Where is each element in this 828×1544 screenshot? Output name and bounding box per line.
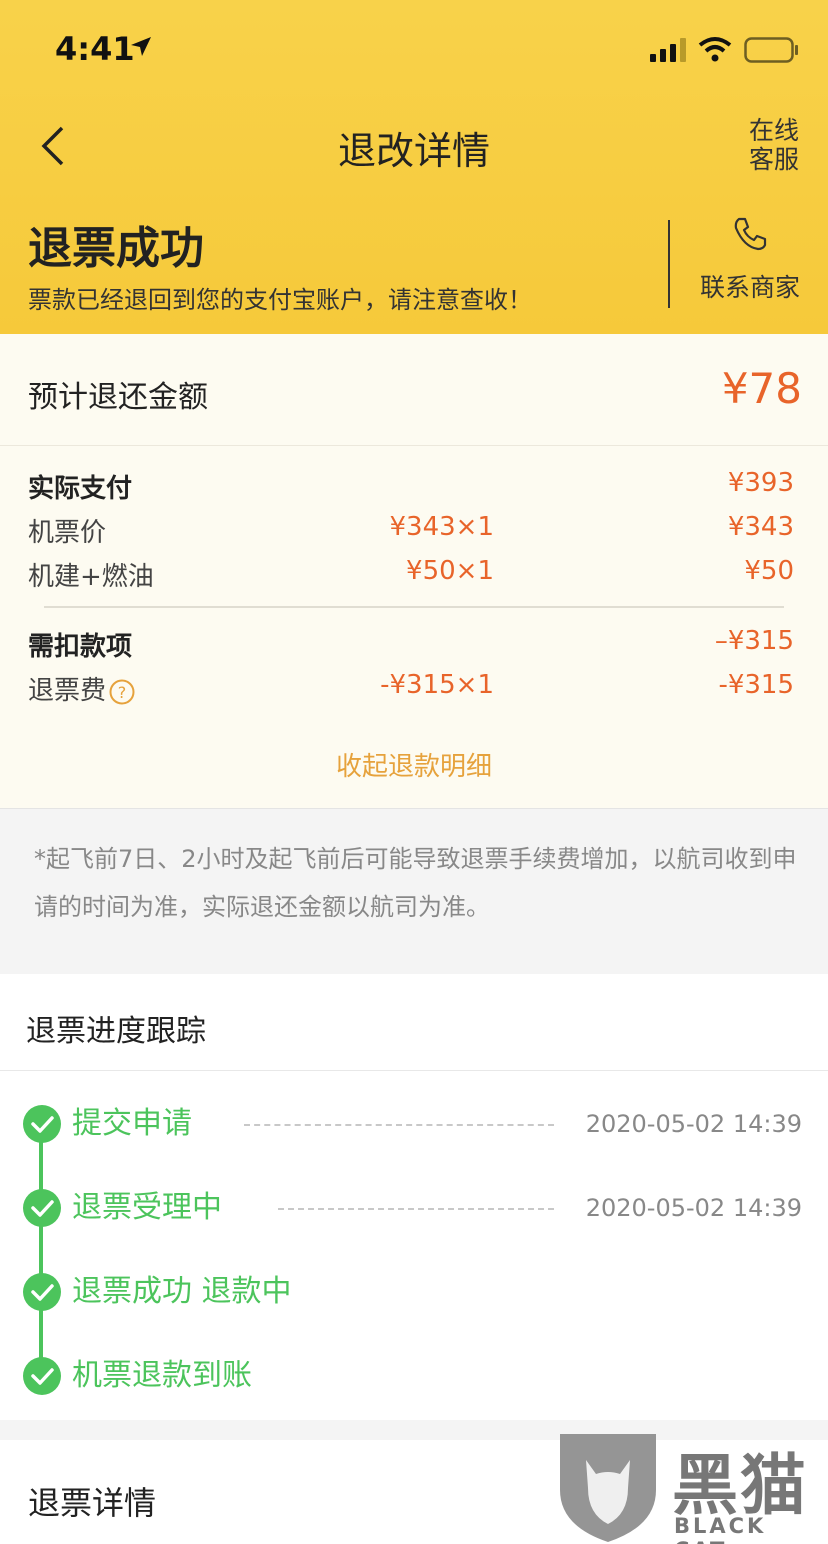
refund-status-title: 退票成功	[28, 223, 204, 274]
header: 4:41 退改详情 在线 客服 退票成功 票款已经退回到您的支付宝账户，请注意查…	[0, 0, 828, 334]
refund-amount-card: 预计退还金额 ¥78 实际支付 ¥393 机票价 ¥343×1 ¥343 机建+…	[0, 334, 828, 808]
vertical-divider	[668, 220, 670, 308]
refund-fee-label: 退票费	[28, 676, 107, 706]
status-time: 4:41	[55, 30, 135, 68]
progress-divider	[0, 1070, 828, 1071]
refund-details-title: 退票详情	[28, 1484, 157, 1522]
phone-icon	[734, 217, 767, 251]
step-label: 退票成功 退款中	[72, 1274, 292, 1309]
contact-merchant-label: 联系商家	[699, 273, 800, 302]
refund-fee-total: -¥315	[718, 670, 794, 700]
wifi-icon	[698, 37, 732, 62]
step-dash-line	[278, 1208, 554, 1210]
svg-text:?: ?	[118, 683, 127, 702]
progress-step: 退票成功 退款中	[0, 1272, 828, 1312]
progress-timeline-line	[39, 1124, 43, 1374]
progress-step: 退票受理中 2020-05-02 14:39	[0, 1188, 828, 1228]
watermark-en: BLACK CAT	[674, 1514, 767, 1544]
notice-text: *起飞前7日、2小时及起飞前后可能导致退票手续费增加，以航司收到申请的时间为准，…	[34, 845, 797, 921]
tax-fuel-total: ¥50	[744, 556, 794, 586]
check-circle-icon	[23, 1357, 61, 1395]
step-label: 机票退款到账	[72, 1358, 252, 1393]
refund-fee-unit: -¥315×1	[380, 670, 494, 700]
contact-merchant-button[interactable]: 联系商家	[690, 214, 810, 304]
deduction-total: –¥315	[714, 626, 794, 656]
step-label: 提交申请	[72, 1106, 192, 1141]
progress-step: 提交申请 2020-05-02 14:39	[0, 1104, 828, 1144]
progress-step: 机票退款到账	[0, 1356, 828, 1396]
location-arrow-icon	[131, 37, 151, 56]
check-circle-icon	[23, 1189, 61, 1227]
estimated-refund-label: 预计退还金额	[28, 380, 208, 415]
help-question-icon[interactable]: ?	[108, 678, 136, 706]
signal-icon	[650, 38, 686, 62]
ticket-price-unit: ¥343×1	[389, 512, 495, 542]
status-bar: 4:41	[0, 0, 828, 100]
ticket-price-label: 机票价	[28, 518, 107, 548]
black-cat-logo-icon	[560, 1434, 656, 1542]
check-circle-icon	[23, 1105, 61, 1143]
battery-icon	[744, 37, 798, 63]
notice-section: *起飞前7日、2小时及起飞前后可能导致退票手续费增加，以航司收到申请的时间为准，…	[0, 808, 828, 974]
step-time: 2020-05-02 14:39	[585, 1194, 802, 1222]
step-time: 2020-05-02 14:39	[585, 1110, 802, 1138]
step-dash-line	[244, 1124, 554, 1126]
breakdown-divider	[44, 606, 784, 608]
paid-total: ¥393	[727, 468, 794, 498]
tax-fuel-label: 机建+燃油	[28, 562, 154, 592]
page-title: 退改详情	[337, 129, 490, 173]
collapse-details-link[interactable]: 收起退款明细	[0, 746, 828, 783]
refund-fee-row: 退票费 ?	[28, 670, 136, 707]
estimated-refund-amount: ¥78	[721, 364, 802, 413]
check-circle-icon	[23, 1273, 61, 1311]
refund-status-message: 票款已经退回到您的支付宝账户，请注意查收！	[28, 286, 532, 314]
step-label: 退票受理中	[72, 1190, 222, 1225]
estimated-refund-row: 预计退还金额 ¥78	[0, 334, 828, 446]
progress-title: 退票进度跟踪	[26, 1014, 206, 1049]
ticket-price-total: ¥343	[727, 512, 794, 542]
online-service-button[interactable]: 在线 客服	[746, 116, 802, 174]
online-service-line1: 在线	[748, 116, 799, 145]
tax-fuel-unit: ¥50×1	[406, 556, 494, 586]
deduction-label: 需扣款项	[28, 632, 133, 662]
online-service-line2: 客服	[748, 145, 799, 174]
progress-section: 退票进度跟踪 提交申请 2020-05-02 14:39 退票受理中 2020-…	[0, 974, 828, 1420]
paid-label: 实际支付	[28, 474, 133, 504]
